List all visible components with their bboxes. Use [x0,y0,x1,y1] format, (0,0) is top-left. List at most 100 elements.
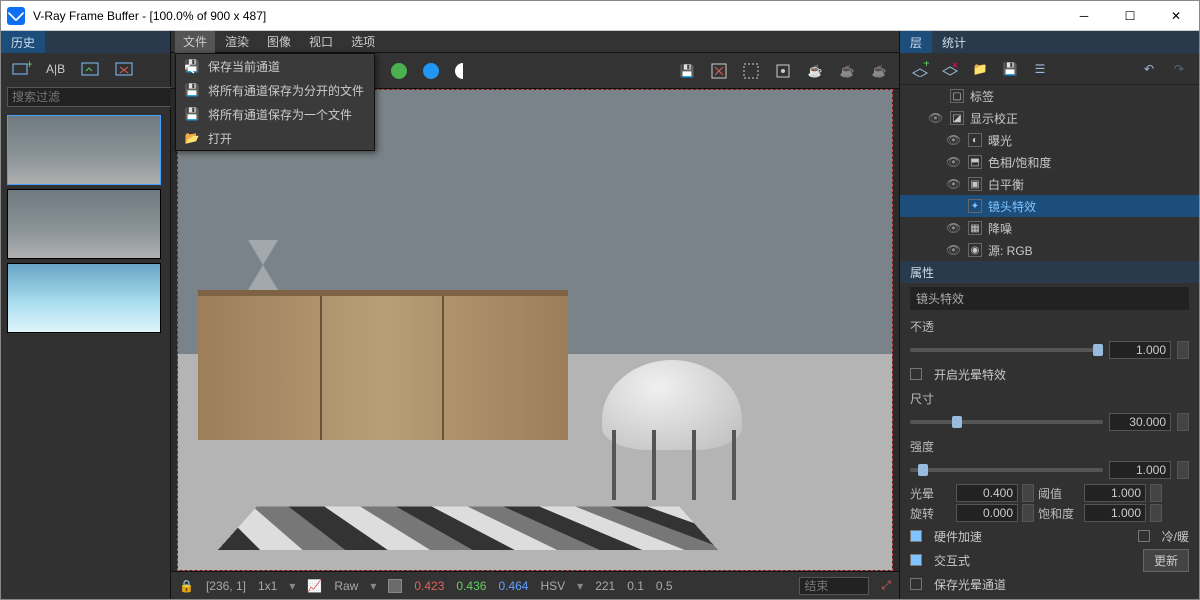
tab-stats[interactable]: 统计 [932,31,976,53]
status-s: 0.1 [627,579,644,593]
undo-icon[interactable]: ↶ [1139,59,1159,79]
save-preset-icon[interactable]: 💾 [1000,59,1020,79]
add-history-icon[interactable]: + [9,58,35,80]
tab-layers[interactable]: 层 [900,31,932,53]
track-mouse-icon[interactable] [771,59,795,83]
intensity-slider[interactable] [910,468,1103,472]
add-layer-icon[interactable]: + [910,59,930,79]
layer-row-6[interactable]: 👁▦降噪 [900,217,1199,239]
aperture-section[interactable]: ⌄光圈形状 [910,596,1189,599]
hw-accel-checkbox[interactable] [910,530,922,542]
visibility-icon[interactable]: 👁 [928,111,944,125]
interactive-checkbox[interactable] [910,554,922,566]
enable-glare-label: 开启光晕特效 [934,366,1006,383]
bloom-spinner[interactable] [1022,484,1034,502]
opacity-spinner[interactable] [1177,341,1189,359]
menu-save-single-label: 将所有通道保存为一个文件 [208,106,352,123]
svg-text:+: + [923,61,929,70]
history-thumb-2[interactable] [7,189,161,259]
layer-row-3[interactable]: 👁⬒色相/饱和度 [900,151,1199,173]
threshold-label: 阈值 [1038,485,1080,502]
delete-history-icon[interactable] [111,58,137,80]
render-last-icon[interactable]: ☕ [867,59,891,83]
menu-open[interactable]: 📂打开 [176,126,374,150]
history-toolbar: + A|B [1,53,170,85]
intensity-spinner[interactable] [1177,461,1189,479]
delete-layer-icon[interactable] [940,59,960,79]
render-viewport[interactable] [177,89,893,571]
menu-options[interactable]: 选项 [343,31,383,53]
visibility-icon[interactable]: 👁 [946,221,962,235]
channel-blue-icon[interactable] [419,59,443,83]
save-icon: 💾 [184,83,200,97]
status-zoom[interactable]: 1x1 [258,579,277,593]
update-button[interactable]: 更新 [1143,549,1189,572]
visibility-icon[interactable]: 👁 [946,133,962,147]
menu-save-single[interactable]: 💾将所有通道保存为一个文件 [176,102,374,126]
layer-label: 降噪 [988,220,1012,237]
status-end-input[interactable] [799,577,869,595]
window-title: V-Ray Frame Buffer - [100.0% of 900 x 48… [33,9,1061,23]
menu-save-split[interactable]: 💾 将所有通道保存为分开的文件 [176,78,374,102]
saturation-label: 饱和度 [1038,505,1080,522]
opacity-slider[interactable] [910,348,1103,352]
threshold-value[interactable]: 1.000 [1084,484,1146,502]
size-slider[interactable] [910,420,1103,424]
menu-save-split-label: 将所有通道保存为分开的文件 [208,82,364,99]
visibility-icon[interactable]: 👁 [946,177,962,191]
status-b: 0.464 [498,579,528,593]
layer-row-5[interactable]: ✦镜头特效 [900,195,1199,217]
render-region-icon[interactable]: ☕ [835,59,859,83]
cold-warm-checkbox[interactable] [1138,530,1150,542]
list-icon[interactable]: ☰ [1030,59,1050,79]
layer-row-2[interactable]: 👁◐曝光 [900,129,1199,151]
enable-glare-checkbox[interactable] [910,368,922,380]
intensity-value[interactable]: 1.000 [1109,461,1171,479]
compare-ab-icon[interactable]: A|B [43,58,69,80]
region-select-icon[interactable] [739,59,763,83]
load-history-icon[interactable] [77,58,103,80]
layer-row-0[interactable]: ▢标签 [900,85,1199,107]
layer-row-7[interactable]: 👁◉源: RGB [900,239,1199,261]
save-channel-label: 保存光晕通道 [934,576,1006,593]
menu-save-current[interactable]: 💾保存当前通道 [176,54,374,78]
menu-render[interactable]: 渲染 [217,31,257,53]
layer-row-4[interactable]: 👁▣白平衡 [900,173,1199,195]
visibility-icon[interactable]: 👁 [946,155,962,169]
layer-row-1[interactable]: 👁◪显示校正 [900,107,1199,129]
status-colorspace[interactable]: HSV [540,579,565,593]
history-tab[interactable]: 历史 [1,31,45,53]
channel-green-icon[interactable] [387,59,411,83]
lock-icon[interactable]: 🔒 [179,579,194,593]
right-panel: 层 统计 + 📁 💾 ☰ ↶ ↷ ▢标签👁◪显示校正👁◐曝光👁⬒色相/饱和度👁▣… [899,31,1199,599]
minimize-button[interactable]: ─ [1061,1,1107,31]
size-spinner[interactable] [1177,413,1189,431]
save-channel-checkbox[interactable] [910,578,922,590]
menu-image[interactable]: 图像 [259,31,299,53]
bloom-value[interactable]: 0.400 [956,484,1018,502]
saturation-value[interactable]: 1.000 [1084,504,1146,522]
threshold-spinner[interactable] [1150,484,1162,502]
status-mode[interactable]: Raw [334,579,358,593]
opacity-value[interactable]: 1.000 [1109,341,1171,359]
curve-icon[interactable]: 📈 [307,579,322,593]
menu-file[interactable]: 文件 [175,31,215,53]
expand-icon[interactable]: ⤢ [881,578,891,593]
history-thumb-3[interactable] [7,263,161,333]
redo-icon[interactable]: ↷ [1169,59,1189,79]
clear-image-icon[interactable] [707,59,731,83]
close-button[interactable]: ✕ [1153,1,1199,31]
rotation-spinner[interactable] [1022,504,1034,522]
channel-mono-icon[interactable] [451,59,475,83]
maximize-button[interactable]: ☐ [1107,1,1153,31]
save-image-icon[interactable]: 💾 [675,59,699,83]
visibility-icon[interactable]: 👁 [946,243,962,257]
history-thumb-1[interactable] [7,115,161,185]
folder-layer-icon[interactable]: 📁 [970,59,990,79]
render-icon[interactable]: ☕ [803,59,827,83]
history-search-input[interactable] [7,87,172,107]
menu-viewport[interactable]: 视口 [301,31,341,53]
size-value[interactable]: 30.000 [1109,413,1171,431]
rotation-value[interactable]: 0.000 [956,504,1018,522]
saturation-spinner[interactable] [1150,504,1162,522]
